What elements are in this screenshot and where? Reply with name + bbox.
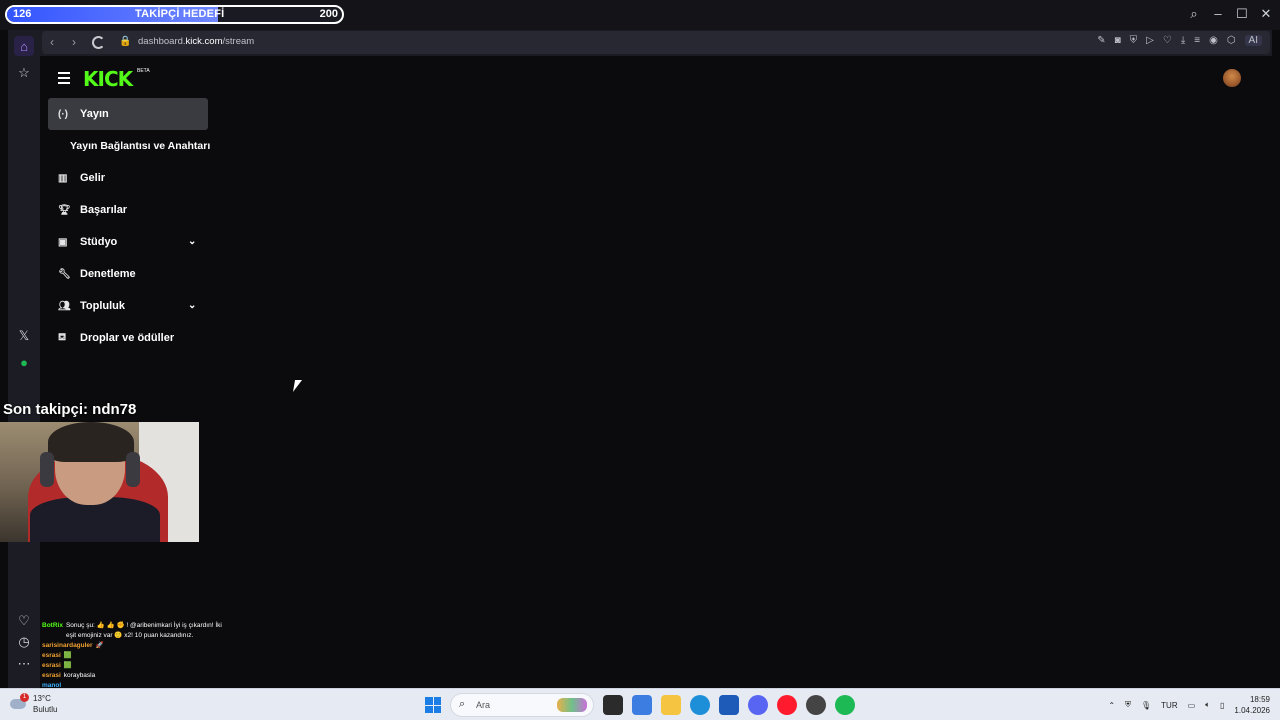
download-icon[interactable]: ⤓ <box>1181 35 1185 46</box>
discord-icon[interactable] <box>748 695 768 715</box>
screen: 126 TAKİPÇİ HEDEFİ 200 ⌕ – ☐ ✕ ⌂ ☆ 𝕏 ● ♡… <box>0 0 1280 720</box>
lock-icon[interactable]: 🔒 <box>119 36 131 47</box>
language-indicator[interactable]: TUR <box>1161 701 1177 710</box>
kick-dashboard: KICK BETA (·) Yayın Yayın Bağlantısı ve … <box>40 56 1272 688</box>
minimize-button[interactable]: – <box>1212 6 1224 22</box>
follower-goal-bar: 126 TAKİPÇİ HEDEFİ 200 <box>5 5 344 24</box>
bookmarks-icon[interactable]: ☆ <box>14 63 34 83</box>
history-icon[interactable]: ◷ <box>14 632 34 652</box>
opera-icon[interactable] <box>777 695 797 715</box>
studio-icon: ▣ <box>58 236 68 248</box>
profile-icon[interactable]: ◉ <box>1209 35 1218 46</box>
sidebar-item-yayin[interactable]: (·) Yayın <box>48 98 208 130</box>
chat-message: esrasi 🟩 <box>42 662 72 669</box>
goal-current: 126 <box>13 8 32 20</box>
sidebar-item-stream-key[interactable]: Yayın Bağlantısı ve Anahtarı <box>48 130 223 162</box>
last-follower-overlay: Son takipçi: ndn78 <box>3 401 137 418</box>
search-tabs-icon[interactable]: ⌕ <box>1188 6 1200 22</box>
clock[interactable]: 18:59 1.04.2026 <box>1234 694 1270 716</box>
windows-taskbar: 1 13°C Bulutlu ⌕ Ara ⌃ ⛨ 🎙︎ TUR ▭ 🔈︎ ▯ 1… <box>0 688 1280 720</box>
ai-button[interactable]: AI <box>1244 35 1262 46</box>
search-placeholder: Ara <box>476 700 491 710</box>
browser-titlebar: 126 TAKİPÇİ HEDEFİ 200 ⌕ – ☐ ✕ <box>0 0 1280 30</box>
chat-message: esrasi 🟩 <box>42 652 72 659</box>
url-text[interactable]: dashboard.kick.com/stream <box>138 36 254 47</box>
sidebar-item-droplar[interactable]: ⛾ Droplar ve ödüller <box>48 322 223 354</box>
sidebar-item-topluluk[interactable]: 👥︎ Topluluk ⌄ <box>48 290 223 322</box>
address-tools: ✎ ◙ ⛨ ▷ ♡ ⤓ ≡ ◉ ⬡ AI <box>1097 35 1262 46</box>
microphone-icon[interactable]: 🎙︎ <box>1141 701 1151 710</box>
forward-button[interactable]: › <box>72 35 76 49</box>
battery-icon[interactable]: ▯ <box>1220 701 1224 710</box>
chart-icon: ▥ <box>58 172 68 184</box>
network-shield-icon[interactable]: ⛨ <box>1125 700 1131 710</box>
extension-icon[interactable]: ⬡ <box>1227 35 1236 46</box>
heart-icon[interactable]: ♡ <box>14 611 34 631</box>
chat-message: sarisinardaguler 🚀 <box>42 642 104 649</box>
webcam-overlay <box>0 422 199 542</box>
task-view-icon[interactable] <box>603 695 623 715</box>
hamburger-menu-icon[interactable] <box>58 72 70 87</box>
edge-icon[interactable] <box>690 695 710 715</box>
community-icon: 👥︎ <box>58 300 71 312</box>
edit-icon[interactable]: ✎ <box>1097 35 1105 46</box>
close-button[interactable]: ✕ <box>1260 6 1272 22</box>
notification-badge: 1 <box>20 693 29 702</box>
maximize-button[interactable]: ☐ <box>1236 6 1248 22</box>
camera-icon[interactable]: ◙ <box>1115 35 1121 46</box>
goal-label: TAKİPÇİ HEDEFİ <box>135 8 225 20</box>
search-highlight-icon <box>557 698 587 712</box>
volume-icon[interactable]: 🔈︎ <box>1205 700 1210 710</box>
chat-message: esrasi koraybasla <box>42 672 96 679</box>
taskbar-search[interactable]: ⌕ Ara <box>450 693 594 717</box>
chevron-down-icon[interactable]: ⌄ <box>188 236 196 247</box>
obs-icon[interactable] <box>806 695 826 715</box>
sidebar-item-studyo[interactable]: ▣ Stüdyo ⌄ <box>48 226 223 258</box>
microsoft-store-icon[interactable] <box>719 695 739 715</box>
sidebar-item-gelir[interactable]: ▥ Gelir <box>48 162 223 194</box>
x-twitter-icon[interactable]: 𝕏 <box>14 326 34 346</box>
broadcast-icon: (·) <box>58 108 68 120</box>
window-controls: ⌕ – ☐ ✕ <box>1188 6 1272 22</box>
spotify-taskbar-icon[interactable] <box>835 695 855 715</box>
chat-overlay: BotRix Sonuç şu: 👍 👍 ✊ ! @aribenimkari İ… <box>42 621 222 691</box>
dashboard-sidebar: (·) Yayın Yayın Bağlantısı ve Anahtarı ▥… <box>48 98 223 354</box>
wrench-icon: 🔧︎ <box>58 268 71 280</box>
shield-icon[interactable]: ⛨ <box>1130 35 1138 46</box>
play-icon[interactable]: ▷ <box>1146 35 1154 46</box>
kick-logo[interactable]: KICK <box>83 67 133 91</box>
search-icon: ⌕ <box>459 698 466 710</box>
address-bar[interactable]: ‹ › 🔒 dashboard.kick.com/stream ✎ ◙ ⛨ ▷ … <box>42 31 1270 54</box>
menu-icon[interactable]: ≡ <box>1194 35 1200 46</box>
sidebar-item-basarilar[interactable]: 🏆︎ Başarılar <box>48 194 223 226</box>
start-button[interactable] <box>425 697 441 713</box>
sidebar-item-denetleme[interactable]: 🔧︎ Denetleme <box>48 258 223 290</box>
home-icon[interactable]: ⌂ <box>14 36 34 56</box>
taskbar-apps <box>603 695 855 715</box>
goal-target: 200 <box>319 8 338 20</box>
gift-icon: ⛾ <box>58 331 67 343</box>
weather-widget[interactable]: 1 13°C Bulutlu <box>10 693 70 717</box>
file-explorer-icon[interactable] <box>661 695 681 715</box>
temperature: 13°C <box>33 694 51 703</box>
system-tray: ⌃ ⛨ 🎙︎ TUR ▭ 🔈︎ ▯ 18:59 1.04.2026 <box>1108 694 1270 716</box>
chevron-down-icon[interactable]: ⌄ <box>188 300 196 311</box>
heart-outline-icon[interactable]: ♡ <box>1163 35 1172 46</box>
beta-badge: BETA <box>137 68 150 74</box>
display-icon[interactable]: ▭ <box>1188 701 1196 710</box>
user-avatar[interactable] <box>1223 69 1241 87</box>
more-icon[interactable]: ⋯ <box>14 654 34 674</box>
loading-spinner-icon[interactable] <box>92 36 105 49</box>
spotify-icon[interactable]: ● <box>14 352 34 372</box>
store-icon[interactable] <box>632 695 652 715</box>
trophy-icon: 🏆︎ <box>58 204 71 216</box>
opera-sidebar: ⌂ ☆ 𝕏 ● ♡ ◷ ⋯ <box>8 30 40 688</box>
weather-condition: Bulutlu <box>33 705 58 714</box>
chat-message: BotRix Sonuç şu: 👍 👍 ✊ ! @aribenimkari İ… <box>42 622 222 639</box>
back-button[interactable]: ‹ <box>50 35 54 49</box>
chevron-up-icon[interactable]: ⌃ <box>1108 701 1115 710</box>
